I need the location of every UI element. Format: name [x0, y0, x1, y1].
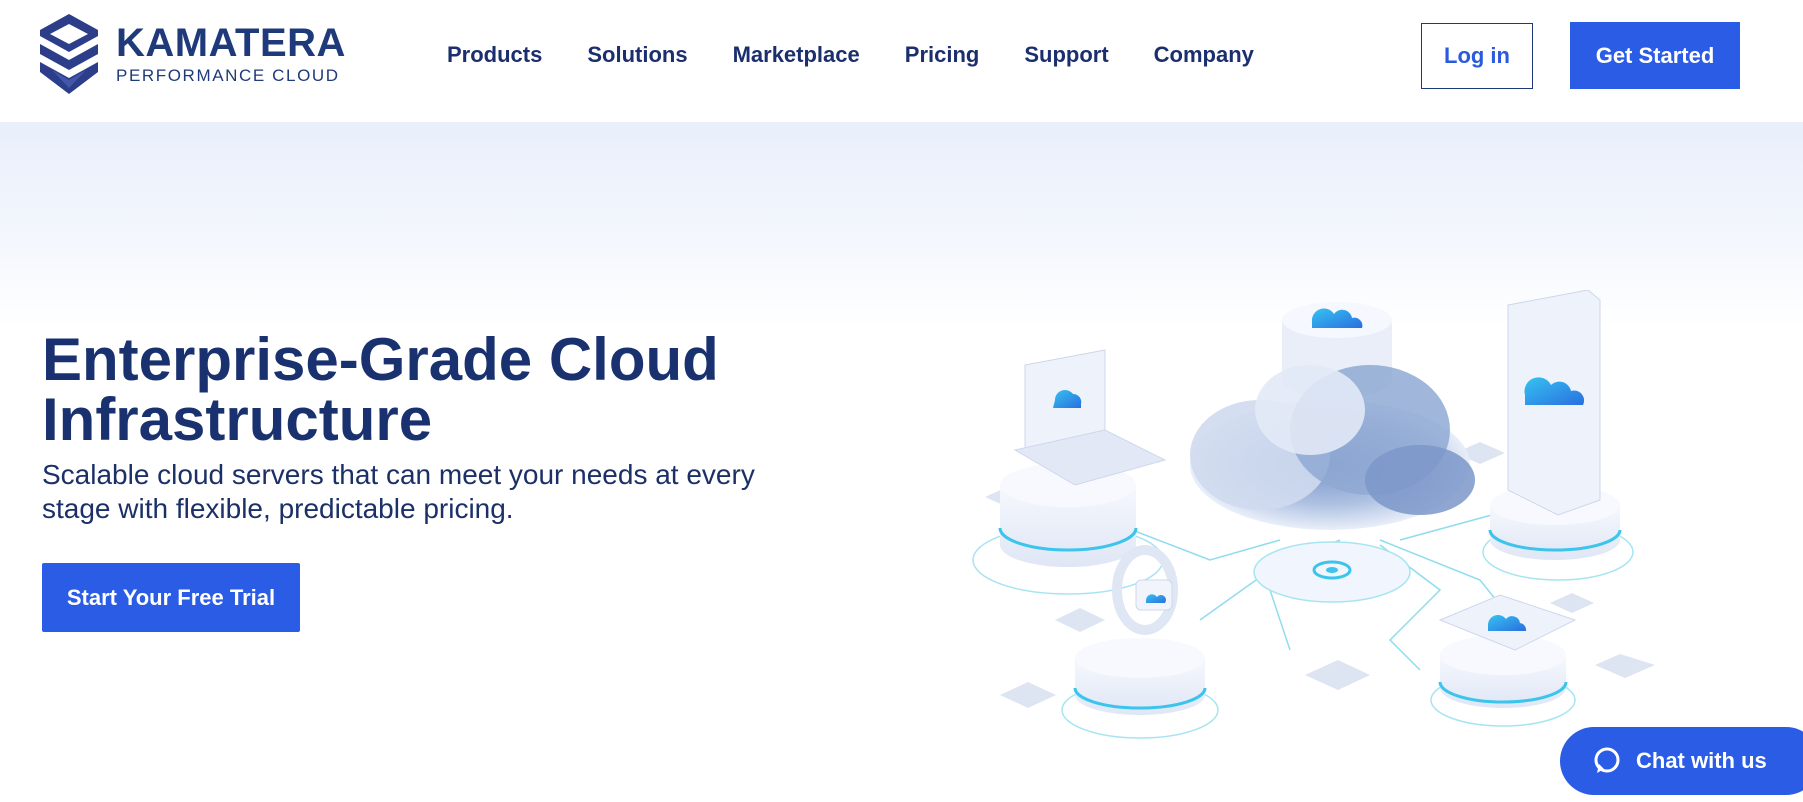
hero-subtitle: Scalable cloud servers that can meet you…	[42, 459, 755, 524]
main-nav: Products Solutions Marketplace Pricing S…	[447, 42, 1299, 68]
brand-tagline: PERFORMANCE CLOUD	[116, 66, 340, 85]
nav-item-pricing[interactable]: Pricing	[905, 42, 980, 68]
cloud-infrastructure-illustration	[972, 290, 1655, 739]
nav-item-marketplace[interactable]: Marketplace	[733, 42, 860, 68]
start-free-trial-button[interactable]: Start Your Free Trial	[42, 563, 300, 632]
chat-label: Chat with us	[1636, 748, 1767, 773]
brand-logo[interactable]: KAMATERA PERFORMANCE CLOUD	[40, 14, 346, 94]
chat-bubble-icon	[1594, 747, 1620, 773]
nav-item-company[interactable]: Company	[1154, 42, 1254, 68]
site-header: KAMATERA PERFORMANCE CLOUD Products Solu…	[0, 0, 1803, 122]
nav-item-solutions[interactable]: Solutions	[587, 42, 687, 68]
kamatera-logo-icon	[40, 14, 98, 94]
nav-item-products[interactable]: Products	[447, 42, 542, 68]
hero-title: Enterprise-Grade Cloud Infrastructure	[42, 326, 719, 453]
login-button[interactable]: Log in	[1421, 23, 1533, 89]
get-started-button[interactable]: Get Started	[1570, 22, 1740, 89]
nav-item-support[interactable]: Support	[1024, 42, 1108, 68]
brand-name: KAMATERA	[116, 21, 346, 65]
chat-widget-button[interactable]: Chat with us	[1560, 727, 1803, 795]
